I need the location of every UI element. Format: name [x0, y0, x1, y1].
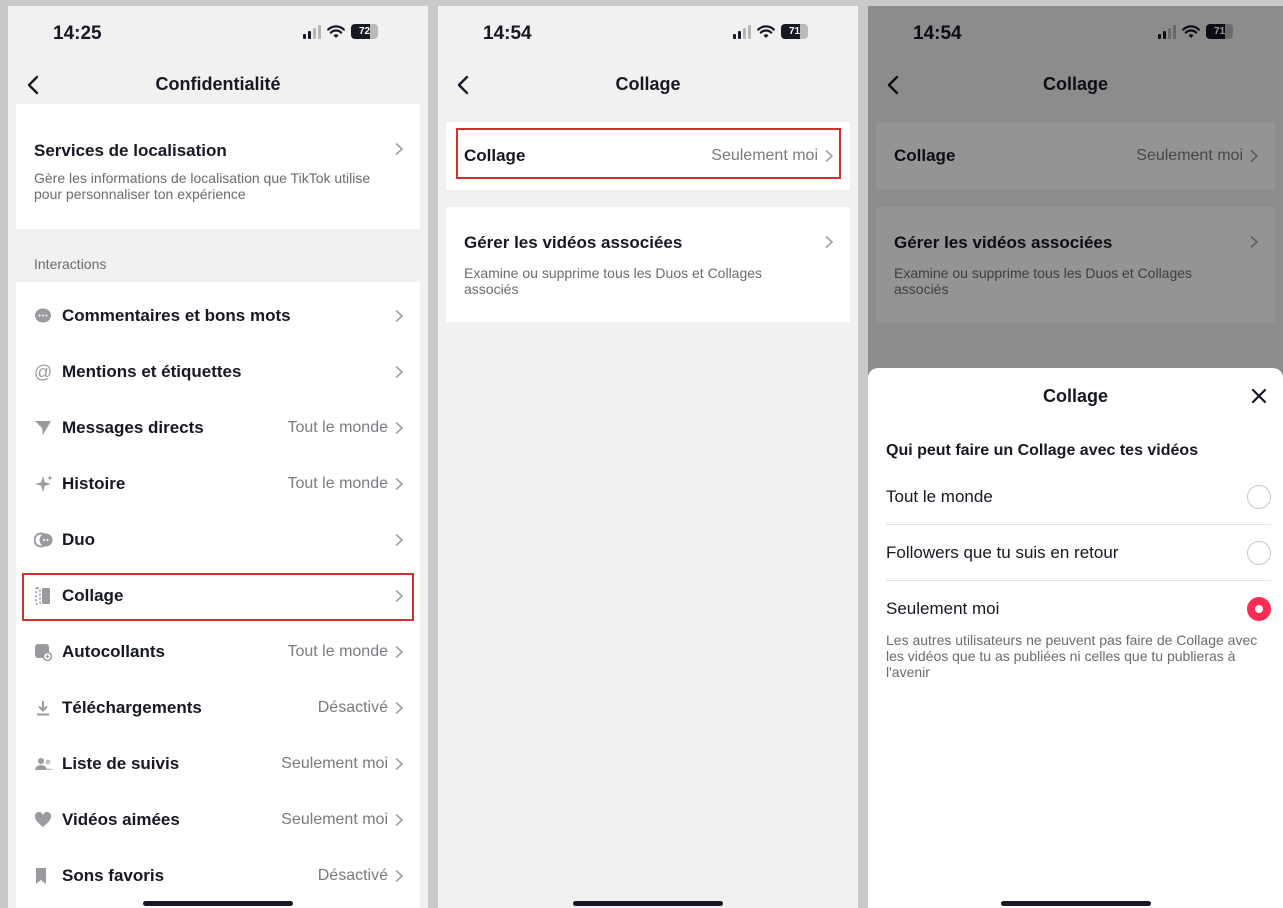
battery-level: 72 [358, 26, 371, 37]
row-direct-messages[interactable]: Messages directs Tout le monde [16, 400, 420, 456]
chevron-right-icon [825, 235, 834, 249]
row-value: Désactivé [317, 867, 388, 884]
chevron-right-icon [395, 309, 404, 323]
manage-videos-card[interactable]: Gérer les vidéos associées Examine ou su… [446, 207, 850, 322]
wifi-icon [757, 24, 775, 38]
bookmark-icon [36, 868, 46, 884]
status-icons: 71 [733, 24, 808, 39]
row-label: Sons favoris [62, 866, 165, 885]
option-label: Seulement moi [886, 599, 1000, 618]
sparkle-icon [35, 475, 53, 492]
row-label: Messages directs [62, 418, 204, 437]
wifi-icon [327, 24, 345, 38]
home-indicator [573, 901, 723, 906]
status-icons: 72 [303, 24, 378, 39]
page-title: Confidentialité [155, 74, 281, 94]
sheet-note: Les autres utilisateurs ne peuvent pas f… [886, 632, 1258, 680]
row-value: Tout le monde [287, 419, 388, 436]
nav-bar: Collage [438, 62, 858, 108]
row-value: Désactivé [317, 699, 388, 716]
row-mentions[interactable]: @ Mentions et étiquettes [16, 344, 420, 400]
row-label: Autocollants [62, 642, 165, 661]
option-label: Tout le monde [886, 487, 993, 506]
row-value: Tout le monde [287, 475, 388, 492]
row-label: Duo [62, 530, 96, 549]
row-comments[interactable]: Commentaires et bons mots [16, 288, 420, 344]
battery-icon: 72 [351, 24, 378, 39]
chevron-right-icon [395, 701, 404, 715]
chevron-right-icon [395, 757, 404, 771]
option-mutual-followers[interactable]: Followers que tu suis en retour [886, 525, 1271, 581]
location-description: Gère les informations de localisation qu… [34, 170, 371, 202]
download-icon [37, 701, 49, 716]
status-bar: 14:25 72 [8, 6, 428, 62]
manage-videos-label: Gérer les vidéos associées [464, 233, 683, 252]
duet-icon [34, 532, 53, 548]
radio-unselected[interactable] [1247, 541, 1271, 565]
section-title-interactions: Interactions [34, 256, 107, 272]
nav-bar: Confidentialité [8, 62, 428, 108]
row-label: Histoire [62, 474, 126, 493]
option-label: Followers que tu suis en retour [886, 543, 1119, 562]
close-icon[interactable] [1249, 386, 1269, 406]
row-downloads[interactable]: Téléchargements Désactivé [16, 680, 420, 736]
battery-icon: 71 [781, 24, 808, 39]
at-icon: @ [34, 361, 53, 382]
chevron-right-icon [395, 869, 404, 883]
collage-bottom-sheet: Collage Qui peut faire un Collage avec t… [868, 368, 1283, 908]
status-time: 14:25 [53, 23, 102, 44]
collage-sheet-screen: 14:54 71 Collage Collage Seulement moi G… [868, 6, 1283, 908]
radio-unselected[interactable] [1247, 485, 1271, 509]
chevron-right-icon [395, 813, 404, 827]
radio-selected[interactable] [1247, 597, 1271, 621]
option-everyone[interactable]: Tout le monde [886, 469, 1271, 525]
home-indicator [1000, 901, 1151, 906]
chevron-right-icon [395, 477, 404, 491]
highlight-box [456, 128, 841, 179]
page-title: Collage [615, 74, 681, 94]
row-following-list[interactable]: Liste de suivis Seulement moi [16, 736, 420, 792]
row-label: Vidéos aimées [62, 810, 180, 829]
sheet-question: Qui peut faire un Collage avec tes vidéo… [886, 442, 1199, 459]
row-stickers[interactable]: Autocollants Tout le monde [16, 624, 420, 680]
send-icon [35, 421, 51, 435]
sheet-title: Collage [1042, 386, 1108, 406]
chevron-right-icon [395, 142, 404, 156]
row-label: Commentaires et bons mots [62, 306, 291, 325]
highlight-box [22, 573, 414, 621]
row-duet[interactable]: Duo [16, 512, 420, 568]
chevron-right-icon [395, 365, 404, 379]
chevron-right-icon [395, 421, 404, 435]
row-label: Liste de suivis [62, 754, 180, 773]
heart-icon [34, 812, 52, 827]
row-story[interactable]: Histoire Tout le monde [16, 456, 420, 512]
signal-icon [733, 24, 751, 39]
home-indicator [143, 901, 293, 906]
row-favorite-sounds[interactable]: Sons favoris Désactivé [16, 848, 420, 904]
row-value: Tout le monde [287, 643, 388, 660]
location-label: Services de localisation [34, 141, 227, 160]
signal-icon [303, 24, 321, 39]
option-only-me[interactable]: Seulement moi [886, 581, 1271, 637]
sticker-icon [35, 644, 52, 661]
row-label: Mentions et étiquettes [62, 362, 242, 381]
manage-videos-description: Examine ou supprime tous les Duos et Col… [464, 265, 763, 297]
status-bar: 14:54 71 [438, 6, 858, 62]
location-card[interactable]: Services de localisation Gère les inform… [16, 104, 420, 229]
row-label: Téléchargements [62, 698, 202, 717]
row-value: Seulement moi [281, 811, 388, 828]
row-value: Seulement moi [281, 755, 388, 772]
row-liked-videos[interactable]: Vidéos aimées Seulement moi [16, 792, 420, 848]
battery-level: 71 [788, 26, 801, 37]
chevron-right-icon [395, 533, 404, 547]
chevron-right-icon [395, 645, 404, 659]
people-icon [35, 758, 53, 770]
comment-icon [35, 308, 51, 323]
collage-settings-screen: 14:54 71 Collage Collage Seulement moi G… [438, 6, 858, 908]
status-time: 14:54 [483, 23, 532, 44]
privacy-screen: 14:25 72 Confidentialité Services de loc… [8, 6, 428, 908]
